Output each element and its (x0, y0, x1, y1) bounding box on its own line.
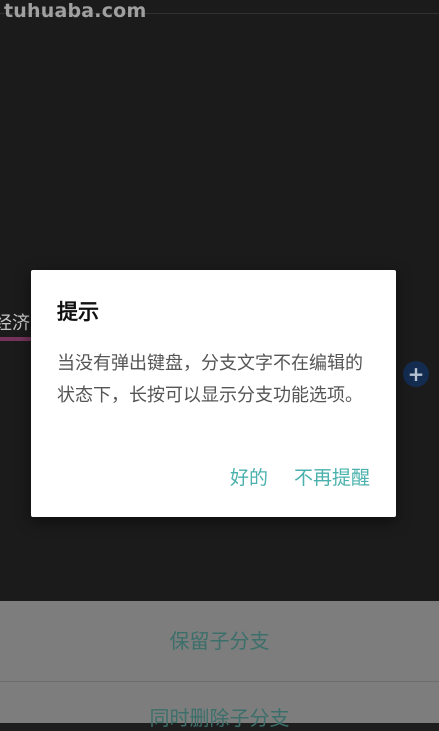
tip-dialog: 提示 当没有弹出键盘，分支文字不在编辑的状态下，长按可以显示分支功能选项。 好的… (31, 270, 396, 517)
dialog-message: 当没有弹出键盘，分支文字不在编辑的状态下，长按可以显示分支功能选项。 (57, 353, 363, 406)
keep-children-option[interactable]: 保留子分支 (0, 625, 439, 654)
sheet-divider (0, 681, 439, 682)
ok-button[interactable]: 好的 (230, 463, 268, 490)
dont-remind-button[interactable]: 不再提醒 (294, 463, 370, 490)
delete-options-sheet: 保留子分支 同时删除子分支 (0, 601, 439, 730)
delete-children-option[interactable]: 同时删除子分支 (0, 702, 439, 731)
dialog-title: 提示 (57, 300, 99, 324)
dialog-actions: 好的 不再提醒 (230, 463, 370, 490)
